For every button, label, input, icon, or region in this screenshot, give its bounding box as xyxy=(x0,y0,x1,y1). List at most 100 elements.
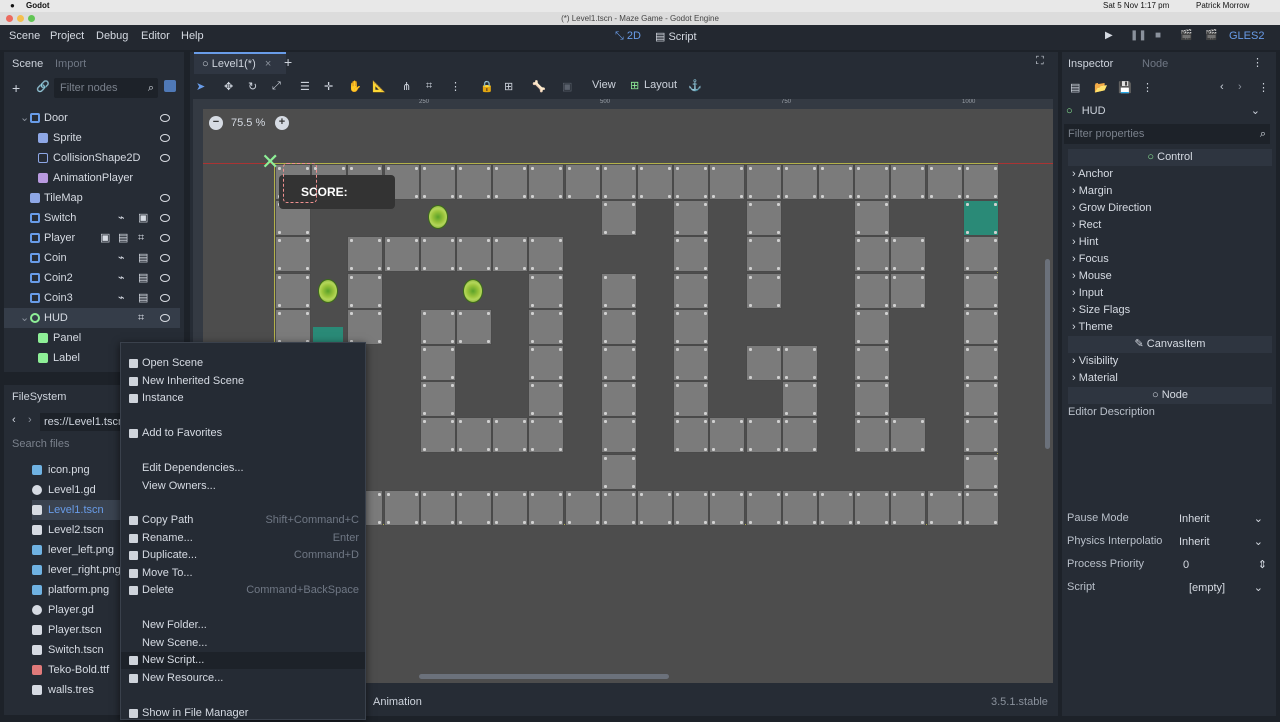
object-menu-icon[interactable]: ⋮ xyxy=(1258,81,1269,94)
apple-icon[interactable]: ● xyxy=(10,0,15,12)
pan-tool-icon[interactable]: ✋ xyxy=(348,80,362,93)
collapse-arrow-icon[interactable]: ⌄ xyxy=(20,108,29,128)
prop-input[interactable]: › Input xyxy=(1072,285,1103,302)
group-icon[interactable]: ⊞ xyxy=(504,80,513,93)
rotate-tool-icon[interactable]: ↻ xyxy=(248,80,257,93)
save-resource-icon[interactable]: 💾 xyxy=(1118,81,1132,94)
script-icon[interactable]: ▤ xyxy=(138,288,148,308)
move-tool-icon[interactable]: ✥ xyxy=(224,80,233,93)
context-item-instance[interactable]: Instance xyxy=(121,390,365,407)
script-icon[interactable]: ▤ xyxy=(138,268,148,288)
scale-tool-icon[interactable]: ⤢ xyxy=(272,80,281,93)
tree-node-hud[interactable]: ⌄ HUD ⌗ xyxy=(4,308,180,328)
context-item-view-owners[interactable]: View Owners... xyxy=(121,478,365,495)
prop-mouse[interactable]: › Mouse xyxy=(1072,268,1112,285)
history-forward-icon[interactable]: › xyxy=(1238,81,1242,93)
tree-node-coin2[interactable]: Coin2 ⌁ ▤ xyxy=(4,268,180,288)
prop-material[interactable]: › Material xyxy=(1072,370,1118,387)
grid-snap-icon[interactable]: ⌗ xyxy=(426,80,432,93)
history-back-icon[interactable]: ‹ xyxy=(1220,81,1224,93)
smart-snap-icon[interactable]: ⋔ xyxy=(402,80,411,93)
visibility-eye-icon[interactable] xyxy=(160,134,170,142)
section-control[interactable]: ○ Control xyxy=(1068,149,1272,166)
filter-properties-input[interactable]: Filter properties ⌕ xyxy=(1064,124,1270,144)
prop-rect[interactable]: › Rect xyxy=(1072,217,1101,234)
tree-node-sprite[interactable]: Sprite xyxy=(4,128,180,148)
view-menu[interactable]: View xyxy=(592,79,616,91)
signal-icon[interactable]: ⌁ xyxy=(118,248,125,268)
tab-level1[interactable]: ○ Level1(*) × xyxy=(194,52,286,74)
script-icon[interactable]: ▤ xyxy=(138,248,148,268)
visibility-eye-icon[interactable] xyxy=(160,234,170,242)
selection-handles[interactable] xyxy=(283,163,317,203)
context-item-delete[interactable]: Delete Command+BackSpace xyxy=(121,582,365,599)
collapse-arrow-icon[interactable]: ⌄ xyxy=(20,308,29,328)
link-icon[interactable]: 🔗 xyxy=(36,80,50,93)
menu-debug[interactable]: Debug xyxy=(96,30,128,42)
load-resource-icon[interactable]: 📂 xyxy=(1094,81,1108,94)
section-node[interactable]: ○ Node xyxy=(1068,387,1272,404)
play-icon[interactable]: ▶ xyxy=(1105,30,1113,41)
tree-node-coin3[interactable]: Coin3 ⌁ ▤ xyxy=(4,288,180,308)
context-item-copy-path[interactable]: Copy Path Shift+Command+C xyxy=(121,512,365,529)
visibility-eye-icon[interactable] xyxy=(160,274,170,282)
context-item-new-scene[interactable]: New Scene... xyxy=(121,635,365,652)
pivot-tool-icon[interactable]: ✛ xyxy=(324,80,333,93)
tree-node-coin[interactable]: Coin ⌁ ▤ xyxy=(4,248,180,268)
context-item-new-resource[interactable]: New Resource... xyxy=(121,670,365,687)
zoom-in-icon[interactable]: + xyxy=(275,116,289,130)
prop-size-flags[interactable]: › Size Flags xyxy=(1072,302,1130,319)
workspace-script-button[interactable]: ▤ Script xyxy=(655,30,697,43)
scene-instance-icon[interactable]: ▣ xyxy=(100,228,110,248)
group-icon[interactable]: ⌗ xyxy=(138,228,144,248)
script-icon[interactable]: ▤ xyxy=(118,228,128,248)
close-window-icon[interactable] xyxy=(6,15,13,22)
visibility-eye-icon[interactable] xyxy=(160,314,170,322)
horizontal-scrollbar[interactable] xyxy=(419,674,669,679)
context-item-duplicate[interactable]: Duplicate... Command+D xyxy=(121,547,365,564)
visibility-eye-icon[interactable] xyxy=(160,254,170,262)
renderer-label[interactable]: GLES2 xyxy=(1229,30,1264,42)
distraction-free-icon[interactable]: ⛶ xyxy=(1036,55,1044,68)
physics-interp-select[interactable]: Inherit ⌄ xyxy=(1173,531,1269,551)
editor-description-field[interactable] xyxy=(1066,422,1272,502)
zoom-out-icon[interactable]: − xyxy=(209,116,223,130)
context-item-new-inherited-scene[interactable]: New Inherited Scene xyxy=(121,373,365,390)
play-custom-icon[interactable]: 🎬 xyxy=(1205,30,1217,41)
stop-icon[interactable]: ■ xyxy=(1155,30,1161,41)
context-item-new-script[interactable]: New Script... xyxy=(121,652,365,669)
minimize-window-icon[interactable] xyxy=(17,15,24,22)
signal-icon[interactable]: ⌁ xyxy=(118,208,125,228)
scene-instance-icon[interactable]: ▣ xyxy=(138,208,148,228)
coin-sprite[interactable] xyxy=(428,205,448,229)
skeleton-icon[interactable]: 🦴 xyxy=(532,80,546,93)
vertical-scrollbar[interactable] xyxy=(1045,259,1050,449)
menu-project[interactable]: Project xyxy=(50,30,84,42)
coin-sprite[interactable] xyxy=(318,279,338,303)
new-resource-icon[interactable]: ▤ xyxy=(1070,81,1080,94)
tree-node-switch[interactable]: Switch ⌁ ▣ xyxy=(4,208,180,228)
context-item-new-folder[interactable]: New Folder... xyxy=(121,617,365,634)
tab-import[interactable]: Import xyxy=(55,52,86,76)
pause-icon[interactable]: ❚❚ xyxy=(1130,30,1147,41)
process-priority-spinbox[interactable]: 0 ⇕ xyxy=(1177,554,1273,574)
signal-icon[interactable]: ⌁ xyxy=(118,268,125,288)
os-app-name[interactable]: Godot xyxy=(26,0,50,12)
add-node-icon[interactable]: + xyxy=(12,80,20,96)
group-icon[interactable]: ⌗ xyxy=(138,308,144,328)
filter-nodes-input[interactable]: Filter nodes ⌕ xyxy=(54,78,158,98)
prop-visibility[interactable]: › Visibility xyxy=(1072,353,1118,370)
os-datetime[interactable]: Sat 5 Nov 1:17 pm xyxy=(1103,0,1169,12)
select-tool-icon[interactable]: ➤ xyxy=(196,80,205,93)
zoom-window-icon[interactable] xyxy=(28,15,35,22)
prop-hint[interactable]: › Hint xyxy=(1072,234,1098,251)
inspected-node[interactable]: ○ HUD ⌄ xyxy=(1066,102,1260,120)
tree-node-animationplayer[interactable]: AnimationPlayer xyxy=(4,168,180,188)
ruler-tool-icon[interactable]: 📐 xyxy=(372,80,386,93)
visibility-eye-icon[interactable] xyxy=(160,154,170,162)
tree-node-door[interactable]: ⌄ Door xyxy=(4,108,180,128)
forward-arrow-icon[interactable]: › xyxy=(28,414,32,426)
prop-anchor[interactable]: › Anchor xyxy=(1072,166,1113,183)
prop-focus[interactable]: › Focus xyxy=(1072,251,1109,268)
resource-menu-icon[interactable]: ⋮ xyxy=(1142,81,1153,94)
